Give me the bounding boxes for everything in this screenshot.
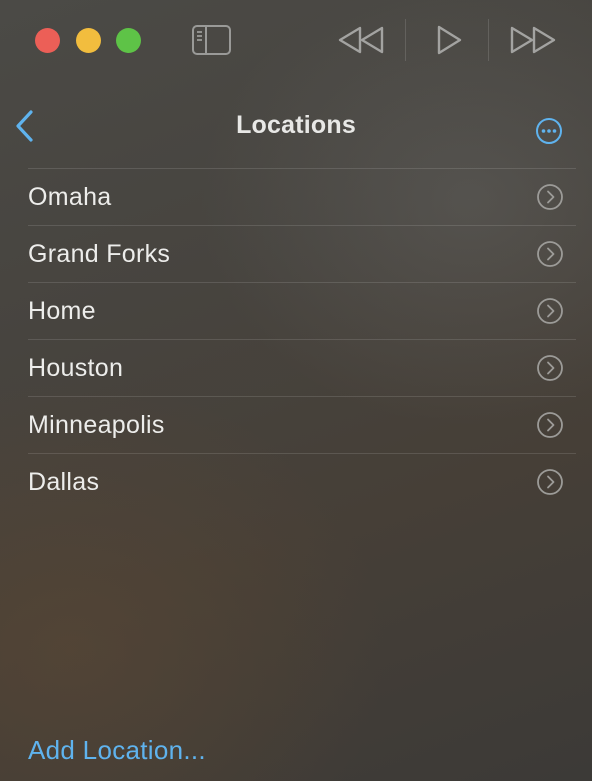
ellipsis-circle-icon	[536, 118, 562, 144]
chevron-right-circle-icon[interactable]	[536, 240, 564, 268]
location-list: Omaha Grand Forks Home Houston Minneapol…	[28, 168, 576, 510]
chevron-right-circle-icon[interactable]	[536, 354, 564, 382]
play-icon	[437, 25, 462, 55]
list-item[interactable]: Grand Forks	[28, 226, 576, 283]
list-item[interactable]: Minneapolis	[28, 397, 576, 454]
location-name: Home	[28, 296, 96, 325]
fast-forward-button[interactable]	[508, 22, 558, 58]
fast-forward-icon	[510, 26, 556, 54]
list-item[interactable]: Omaha	[28, 169, 576, 226]
toolbar-divider	[405, 19, 406, 61]
list-item[interactable]: Dallas	[28, 454, 576, 510]
play-button[interactable]	[430, 22, 466, 58]
location-name: Grand Forks	[28, 239, 171, 268]
add-location-button[interactable]: Add Location...	[28, 735, 206, 766]
list-item[interactable]: Houston	[28, 340, 576, 397]
chevron-right-circle-icon[interactable]	[536, 411, 564, 439]
sidebar-icon	[192, 25, 231, 55]
list-item[interactable]: Home	[28, 283, 576, 340]
page-title: Locations	[236, 111, 356, 139]
app-window: Locations Omaha Grand Forks Home Houston…	[0, 0, 592, 781]
zoom-window-button[interactable]	[116, 28, 141, 53]
location-name: Houston	[28, 353, 124, 382]
more-options-button[interactable]	[534, 116, 564, 146]
sidebar-toggle-button[interactable]	[191, 23, 233, 57]
rewind-icon	[338, 26, 384, 54]
chevron-right-circle-icon[interactable]	[536, 183, 564, 211]
minimize-window-button[interactable]	[76, 28, 101, 53]
toolbar-divider	[488, 19, 489, 61]
location-name: Minneapolis	[28, 410, 165, 439]
location-name: Omaha	[28, 182, 112, 211]
rewind-button[interactable]	[336, 22, 386, 58]
close-window-button[interactable]	[35, 28, 60, 53]
chevron-right-circle-icon[interactable]	[536, 297, 564, 325]
location-name: Dallas	[28, 467, 100, 496]
chevron-right-circle-icon[interactable]	[536, 468, 564, 496]
